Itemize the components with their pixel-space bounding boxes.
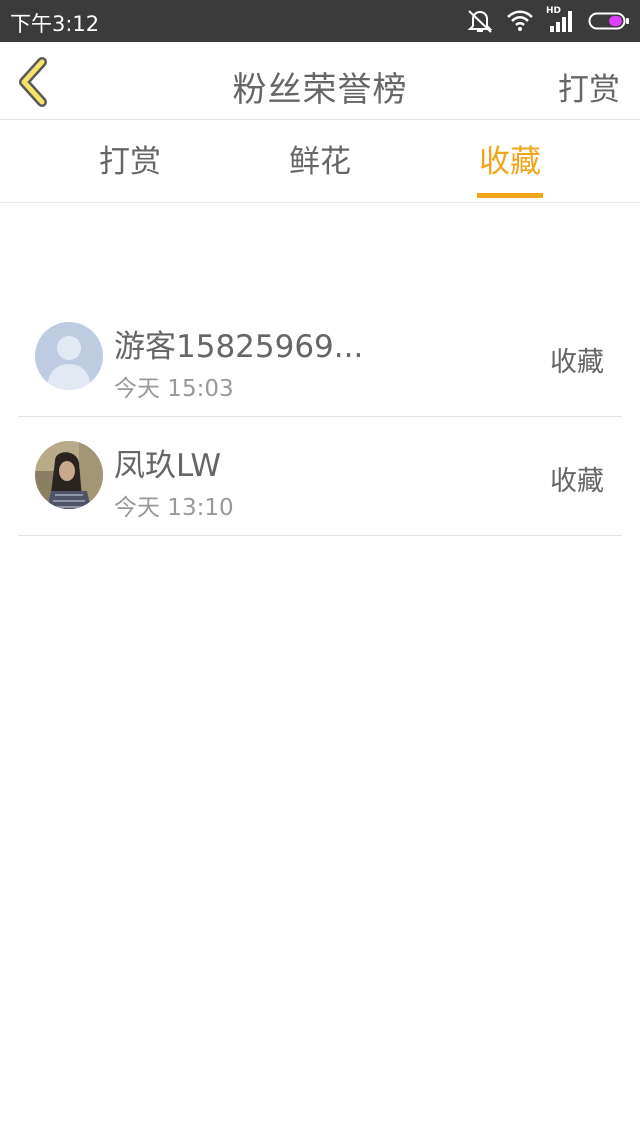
status-bar: 下午3:12 HD	[0, 0, 640, 42]
list-item[interactable]: 凤玖LW 今天 13:10 收藏	[18, 417, 622, 536]
default-avatar-icon	[35, 322, 103, 390]
signal-hd-icon: HD	[546, 6, 576, 34]
page-title: 粉丝荣誉榜	[232, 70, 408, 110]
fan-list: 游客15825969... 今天 15:03 收藏 凤玖LW 今天 13:10 …	[18, 298, 622, 536]
tab-bar: 打赏 鲜花 收藏	[0, 121, 640, 203]
list-item[interactable]: 游客15825969... 今天 15:03 收藏	[18, 298, 622, 417]
mute-icon	[466, 8, 494, 34]
header: 粉丝荣誉榜 打赏	[0, 42, 640, 120]
fan-time: 今天 15:03	[114, 376, 234, 402]
user-photo-avatar	[35, 441, 103, 509]
fan-name: 凤玖LW	[114, 448, 222, 484]
reward-action-button[interactable]: 打赏	[558, 64, 620, 109]
wifi-icon	[506, 10, 534, 32]
active-tab-indicator	[477, 193, 543, 198]
fan-time: 今天 13:10	[114, 495, 234, 521]
fan-action-type: 收藏	[550, 347, 604, 378]
tab-reward[interactable]: 打赏	[50, 121, 210, 203]
battery-icon	[588, 10, 630, 32]
status-icons: HD	[466, 6, 630, 34]
tab-flowers[interactable]: 鲜花	[240, 121, 400, 203]
status-time: 下午3:12	[10, 12, 100, 36]
fan-action-type: 收藏	[550, 466, 604, 497]
tab-favorites[interactable]: 收藏	[430, 121, 590, 203]
fan-name: 游客15825969...	[114, 329, 364, 365]
